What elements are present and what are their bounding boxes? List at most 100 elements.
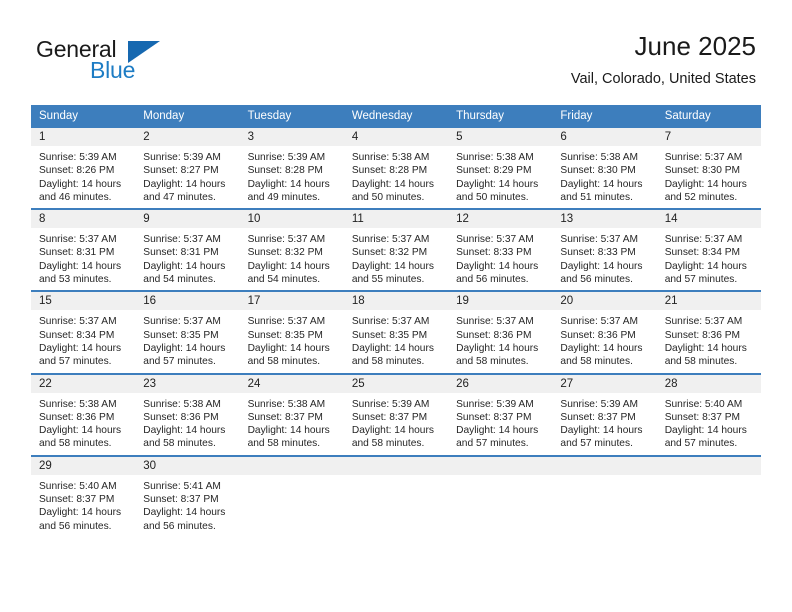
daylight-text-line2: and 58 minutes. — [664, 356, 738, 368]
daylight-text-line2: and 51 minutes. — [560, 191, 633, 203]
sunset-text: Sunset: 8:30 PM — [560, 165, 636, 177]
day-cell[interactable]: 3 Sunrise: 5:39 AM Sunset: 8:28 PM Dayli… — [239, 128, 344, 209]
sunset-text: Sunset: 8:32 PM — [351, 247, 428, 259]
day-cell[interactable]: 24 Sunrise: 5:38 AM Sunset: 8:37 PM Dayl… — [239, 374, 344, 455]
sunset-text: Sunset: 8:37 PM — [560, 411, 636, 423]
day-cell[interactable]: 5 Sunrise: 5:38 AM Sunset: 8:29 PM Dayli… — [448, 128, 553, 209]
sunset-text: Sunset: 8:37 PM — [664, 411, 741, 423]
sunset-text: Sunset: 8:28 PM — [351, 165, 428, 177]
day-cell[interactable]: 28 Sunrise: 5:40 AM Sunset: 8:37 PM Dayl… — [656, 374, 761, 455]
day-number: 14 — [656, 210, 761, 229]
day-cell[interactable]: 10 Sunrise: 5:37 AM Sunset: 8:32 PM Dayl… — [239, 210, 344, 291]
sunset-text: Sunset: 8:35 PM — [143, 329, 219, 341]
weekday-header-saturday: Saturday — [664, 110, 711, 122]
weekday-header-sunday: Sunday — [39, 110, 79, 122]
day-details: Sunrise: 5:38 AM Sunset: 8:36 PM Dayligh… — [135, 393, 239, 455]
day-cell[interactable]: 2 Sunrise: 5:39 AM Sunset: 8:27 PM Dayli… — [135, 128, 240, 209]
day-cell[interactable]: 22 Sunrise: 5:38 AM Sunset: 8:36 PM Dayl… — [31, 374, 136, 455]
sunset-text: Sunset: 8:31 PM — [143, 247, 219, 259]
day-number: 13 — [552, 210, 657, 229]
daylight-text-line2: and 57 minutes. — [664, 274, 738, 286]
day-cell[interactable]: 11 Sunrise: 5:37 AM Sunset: 8:32 PM Dayl… — [343, 210, 449, 291]
daylight-text-line2: and 56 minutes. — [143, 520, 216, 532]
day-details: Sunrise: 5:39 AM Sunset: 8:26 PM Dayligh… — [31, 146, 135, 208]
sunset-text: Sunset: 8:29 PM — [456, 165, 532, 177]
daylight-text-line2: and 46 minutes. — [39, 191, 112, 203]
day-cell[interactable]: 6 Sunrise: 5:38 AM Sunset: 8:30 PM Dayli… — [552, 128, 657, 209]
sunrise-text: Sunrise: 5:37 AM — [560, 316, 638, 328]
day-number — [448, 456, 553, 475]
day-cell[interactable]: 13 Sunrise: 5:37 AM Sunset: 8:33 PM Dayl… — [552, 210, 657, 291]
day-number: 3 — [239, 128, 344, 146]
day-cell[interactable]: 12 Sunrise: 5:37 AM Sunset: 8:33 PM Dayl… — [448, 210, 553, 291]
daylight-text-line2: and 53 minutes. — [39, 274, 112, 286]
sunrise-text: Sunrise: 5:38 AM — [351, 152, 430, 163]
sunrise-text: Sunrise: 5:40 AM — [664, 398, 743, 410]
daylight-text-line1: Daylight: 14 hours — [143, 342, 226, 354]
daylight-text-line2: and 56 minutes. — [456, 274, 529, 286]
daylight-text-line2: and 57 minutes. — [143, 356, 216, 368]
day-details: Sunrise: 5:38 AM Sunset: 8:36 PM Dayligh… — [31, 393, 135, 455]
day-details: Sunrise: 5:39 AM Sunset: 8:28 PM Dayligh… — [240, 146, 344, 208]
daylight-text-line1: Daylight: 14 hours — [39, 507, 122, 519]
daylight-text-line1: Daylight: 14 hours — [560, 425, 643, 437]
sunrise-text: Sunrise: 5:37 AM — [664, 234, 743, 246]
daylight-text-line1: Daylight: 14 hours — [39, 178, 122, 190]
general-blue-logo[interactable]: General Blue — [36, 36, 166, 86]
day-cell[interactable]: 20 Sunrise: 5:37 AM Sunset: 8:36 PM Dayl… — [552, 292, 657, 373]
daylight-text-line2: and 58 minutes. — [351, 356, 425, 368]
day-cell[interactable]: 14 Sunrise: 5:37 AM Sunset: 8:34 PM Dayl… — [656, 210, 761, 291]
day-cell[interactable]: 30 Sunrise: 5:41 AM Sunset: 8:37 PM Dayl… — [135, 456, 240, 537]
day-details: Sunrise: 5:37 AM Sunset: 8:35 PM Dayligh… — [240, 310, 344, 372]
day-cell[interactable]: 8 Sunrise: 5:37 AM Sunset: 8:31 PM Dayli… — [31, 210, 136, 291]
daylight-text-line1: Daylight: 14 hours — [143, 507, 226, 519]
daylight-text-line1: Daylight: 14 hours — [39, 260, 122, 272]
day-number: 12 — [448, 210, 553, 229]
daylight-text-line2: and 58 minutes. — [351, 438, 425, 450]
calendar-grid: Sunday Monday Tuesday Wednesday Thursday… — [31, 105, 761, 537]
day-cell[interactable]: 21 Sunrise: 5:37 AM Sunset: 8:36 PM Dayl… — [656, 292, 761, 373]
sunset-text: Sunset: 8:35 PM — [351, 329, 428, 341]
daylight-text-line1: Daylight: 14 hours — [39, 425, 122, 437]
page-title: June 2025 — [634, 31, 756, 61]
day-cell[interactable]: 25 Sunrise: 5:39 AM Sunset: 8:37 PM Dayl… — [343, 374, 449, 455]
daylight-text-line1: Daylight: 14 hours — [39, 342, 122, 354]
day-cell[interactable]: 23 Sunrise: 5:38 AM Sunset: 8:36 PM Dayl… — [135, 374, 240, 455]
daylight-text-line2: and 58 minutes. — [456, 356, 529, 368]
day-cell[interactable]: 9 Sunrise: 5:37 AM Sunset: 8:31 PM Dayli… — [135, 210, 240, 291]
title-block: June 2025 Vail, Colorado, United States — [571, 30, 756, 88]
day-details: Sunrise: 5:40 AM Sunset: 8:37 PM Dayligh… — [31, 475, 135, 537]
page-subtitle: Vail, Colorado, United States — [570, 71, 756, 87]
weekday-header-friday: Friday — [560, 110, 593, 122]
day-cell[interactable]: 7 Sunrise: 5:37 AM Sunset: 8:30 PM Dayli… — [656, 128, 761, 209]
day-details: Sunrise: 5:37 AM Sunset: 8:33 PM Dayligh… — [448, 228, 552, 290]
day-cell[interactable]: 29 Sunrise: 5:40 AM Sunset: 8:37 PM Dayl… — [31, 456, 136, 537]
day-cell-empty — [448, 456, 553, 537]
day-number — [552, 456, 657, 475]
daylight-text-line1: Daylight: 14 hours — [664, 178, 747, 190]
day-cell[interactable]: 15 Sunrise: 5:37 AM Sunset: 8:34 PM Dayl… — [31, 292, 136, 373]
day-cell[interactable]: 19 Sunrise: 5:37 AM Sunset: 8:36 PM Dayl… — [448, 292, 553, 373]
day-cell[interactable]: 1 Sunrise: 5:39 AM Sunset: 8:26 PM Dayli… — [31, 128, 136, 209]
sunrise-text: Sunrise: 5:37 AM — [351, 316, 430, 328]
day-cell[interactable]: 26 Sunrise: 5:39 AM Sunset: 8:37 PM Dayl… — [448, 374, 553, 455]
daylight-text-line1: Daylight: 14 hours — [143, 178, 226, 190]
sunrise-text: Sunrise: 5:39 AM — [351, 398, 430, 410]
day-number: 4 — [343, 128, 449, 146]
sunset-text: Sunset: 8:32 PM — [247, 247, 323, 259]
day-details: Sunrise: 5:38 AM Sunset: 8:37 PM Dayligh… — [240, 393, 344, 455]
day-cell[interactable]: 27 Sunrise: 5:39 AM Sunset: 8:37 PM Dayl… — [552, 374, 657, 455]
sunrise-text: Sunrise: 5:38 AM — [39, 398, 117, 410]
day-details: Sunrise: 5:37 AM Sunset: 8:36 PM Dayligh… — [448, 310, 552, 372]
sunrise-text: Sunrise: 5:38 AM — [247, 398, 326, 410]
logo-text-blue: Blue — [90, 57, 136, 83]
daylight-text-line1: Daylight: 14 hours — [247, 342, 330, 354]
calendar-page: General Blue June 2025 Vail, Colorado, U… — [0, 0, 792, 612]
day-cell[interactable]: 18 Sunrise: 5:37 AM Sunset: 8:35 PM Dayl… — [343, 292, 449, 373]
day-cell[interactable]: 17 Sunrise: 5:37 AM Sunset: 8:35 PM Dayl… — [239, 292, 344, 373]
day-cell[interactable]: 4 Sunrise: 5:38 AM Sunset: 8:28 PM Dayli… — [343, 128, 449, 209]
day-details — [552, 475, 656, 537]
sunrise-text: Sunrise: 5:39 AM — [560, 398, 638, 410]
day-cell[interactable]: 16 Sunrise: 5:37 AM Sunset: 8:35 PM Dayl… — [135, 292, 240, 373]
daylight-text-line1: Daylight: 14 hours — [560, 260, 643, 272]
